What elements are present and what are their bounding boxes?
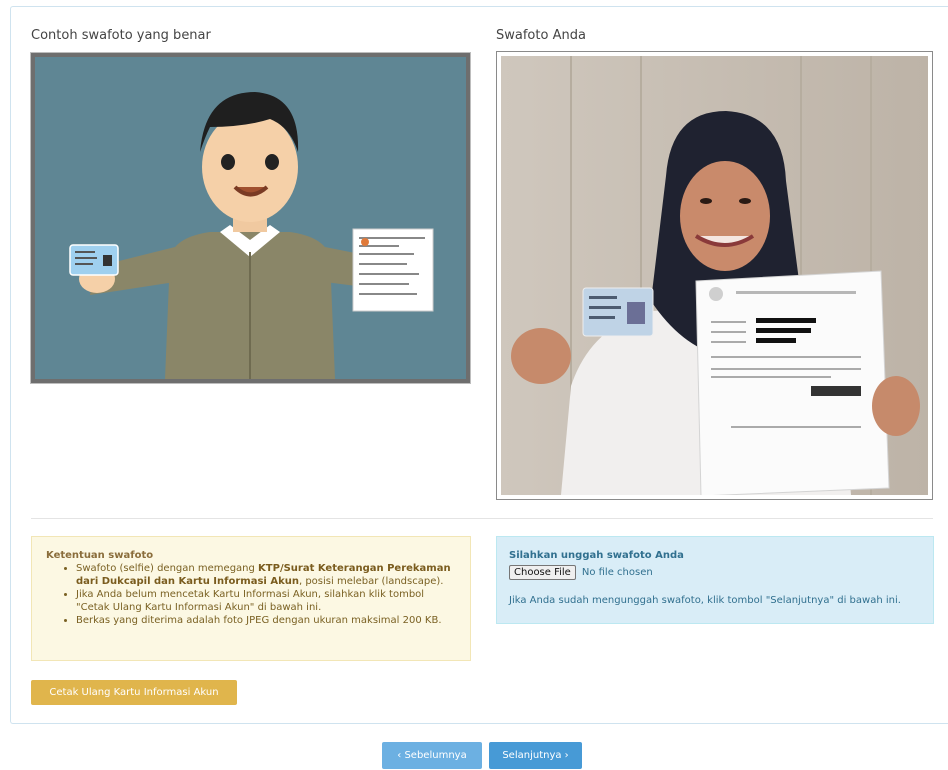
rules-title: Ketentuan swafoto <box>46 550 154 561</box>
selfie-rules-box: Ketentuan swafoto Swafoto (selfie) denga… <box>31 536 471 661</box>
section-divider <box>31 518 933 519</box>
upload-box: Silahkan unggah swafoto Anda Choose File… <box>496 536 934 624</box>
previous-button[interactable]: ‹ Sebelumnya <box>382 742 482 769</box>
example-caption: Contoh swafoto yang benar <box>31 28 211 43</box>
next-button[interactable]: Selanjutnya › <box>489 742 582 769</box>
choose-file-button[interactable]: Choose File <box>509 565 576 580</box>
rule-item: Swafoto (selfie) dengan memegang KTP/Sur… <box>76 562 456 588</box>
your-selfie-image <box>496 51 933 500</box>
upload-hint: Jika Anda sudah mengunggah swafoto, klik… <box>509 595 901 606</box>
upload-title: Silahkan unggah swafoto Anda <box>509 550 684 561</box>
cartoon-person-illustration <box>35 57 466 379</box>
rule-item: Jika Anda belum mencetak Kartu Informasi… <box>76 588 456 614</box>
selfie-photo <box>501 56 928 495</box>
rule-text: Swafoto (selfie) dengan memegang <box>76 563 259 574</box>
file-status: No file chosen <box>581 566 653 578</box>
rules-list: Swafoto (selfie) dengan memegang KTP/Sur… <box>46 562 456 627</box>
rule-text: , posisi melebar (landscape). <box>298 576 444 587</box>
reprint-account-card-button[interactable]: Cetak Ulang Kartu Informasi Akun <box>31 680 237 705</box>
your-selfie-caption: Swafoto Anda <box>496 28 586 43</box>
example-selfie-image <box>30 52 471 384</box>
rule-item: Berkas yang diterima adalah foto JPEG de… <box>76 614 456 627</box>
file-input[interactable]: Choose File No file chosen <box>509 565 921 580</box>
